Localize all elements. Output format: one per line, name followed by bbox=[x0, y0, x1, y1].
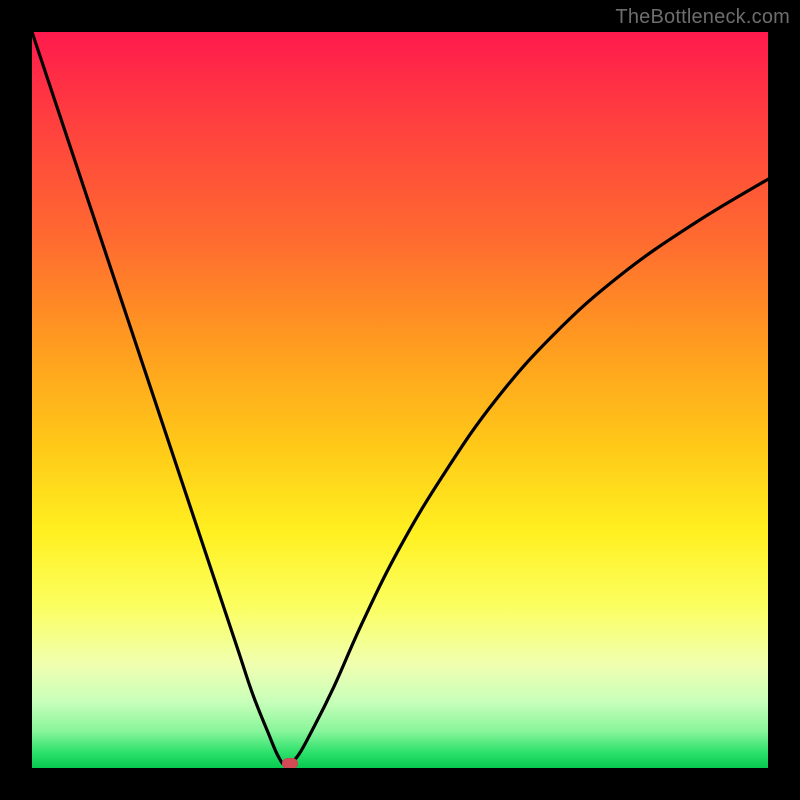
plot-area bbox=[32, 32, 768, 768]
optimal-point-marker bbox=[282, 758, 298, 768]
watermark-text: TheBottleneck.com bbox=[615, 6, 790, 29]
bottleneck-curve bbox=[32, 32, 768, 768]
chart-frame: TheBottleneck.com bbox=[0, 0, 800, 800]
